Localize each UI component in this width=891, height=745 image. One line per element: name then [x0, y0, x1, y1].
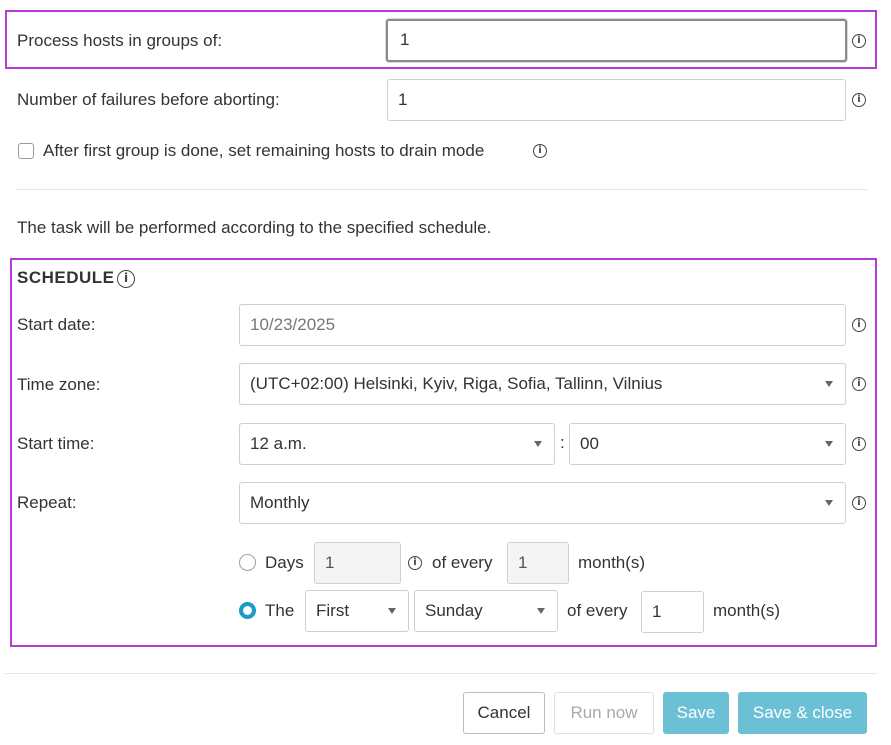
the-months-input[interactable]: 1	[641, 591, 704, 633]
start-time-minute-select[interactable]: 00	[569, 423, 846, 465]
days-label: Days	[265, 553, 304, 572]
days-input[interactable]: 1	[314, 542, 401, 584]
of-every-label: of every	[567, 601, 628, 620]
process-hosts-input[interactable]: 1	[386, 19, 847, 62]
save-close-button[interactable]: Save & close	[738, 692, 867, 734]
failures-input[interactable]: 1	[387, 79, 846, 121]
chevron-down-icon	[825, 500, 833, 506]
info-icon[interactable]: i	[852, 93, 866, 107]
divider	[5, 673, 877, 674]
info-icon[interactable]: i	[852, 437, 866, 451]
info-icon[interactable]: i	[117, 270, 135, 288]
start-date-input[interactable]: 10/23/2025	[239, 304, 846, 346]
timezone-select[interactable]: (UTC+02:00) Helsinki, Kyiv, Riga, Sofia,…	[239, 363, 846, 405]
start-time-minute-value: 00	[580, 434, 599, 453]
start-time-hour-select[interactable]: 12 a.m.	[239, 423, 555, 465]
info-icon[interactable]: i	[408, 556, 422, 570]
weekday-value: Sunday	[425, 601, 483, 620]
start-time-hour-value: 12 a.m.	[250, 434, 307, 453]
repeat-label: Repeat:	[17, 493, 77, 512]
info-icon[interactable]: i	[852, 34, 866, 48]
chevron-down-icon	[388, 608, 396, 614]
timezone-value: (UTC+02:00) Helsinki, Kyiv, Riga, Sofia,…	[250, 374, 663, 393]
months-label: month(s)	[578, 553, 646, 572]
drain-mode-checkbox[interactable]	[18, 143, 34, 159]
the-radio[interactable]	[239, 602, 256, 619]
days-months-input[interactable]: 1	[507, 542, 569, 584]
run-now-button[interactable]: Run now	[554, 692, 654, 734]
info-icon[interactable]: i	[852, 377, 866, 391]
chevron-down-icon	[825, 441, 833, 447]
ordinal-value: First	[316, 601, 350, 620]
cancel-button[interactable]: Cancel	[463, 692, 545, 734]
save-button[interactable]: Save	[663, 692, 729, 734]
chevron-down-icon	[537, 608, 545, 614]
process-hosts-label: Process hosts in groups of:	[17, 31, 223, 50]
start-date-label: Start date:	[17, 315, 96, 334]
timezone-label: Time zone:	[17, 375, 101, 394]
start-time-label: Start time:	[17, 434, 95, 453]
schedule-title: SCHEDULE	[17, 268, 115, 287]
repeat-value: Monthly	[250, 493, 310, 512]
divider	[16, 189, 867, 190]
schedule-note: The task will be performed according to …	[17, 218, 492, 237]
of-every-label: of every	[432, 553, 493, 572]
info-icon[interactable]: i	[533, 144, 547, 158]
drain-mode-label: After first group is done, set remaining…	[43, 141, 485, 160]
weekday-select[interactable]: Sunday	[414, 590, 558, 632]
chevron-down-icon	[534, 441, 542, 447]
info-icon[interactable]: i	[852, 318, 866, 332]
failures-label: Number of failures before aborting:	[17, 90, 280, 109]
the-label: The	[265, 601, 295, 620]
days-radio[interactable]	[239, 554, 256, 571]
info-icon[interactable]: i	[852, 496, 866, 510]
chevron-down-icon	[825, 381, 833, 387]
time-separator: :	[560, 433, 565, 452]
repeat-select[interactable]: Monthly	[239, 482, 846, 524]
ordinal-select[interactable]: First	[305, 590, 409, 632]
months-label: month(s)	[713, 601, 781, 620]
